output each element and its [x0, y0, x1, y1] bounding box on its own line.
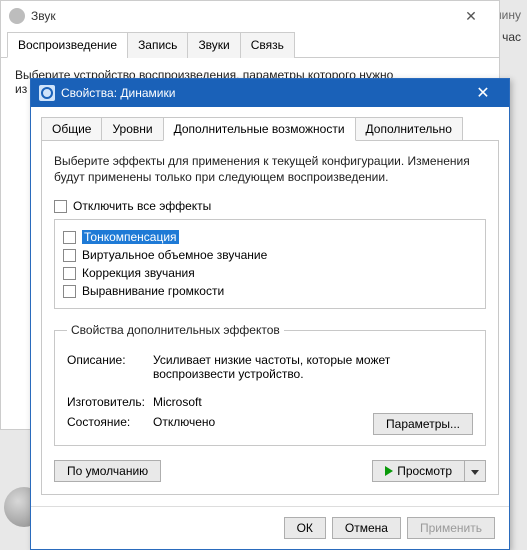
- list-item[interactable]: Выравнивание громкости: [63, 282, 477, 300]
- sound-tabs: Воспроизведение Запись Звуки Связь: [1, 31, 499, 58]
- disable-all-checkbox[interactable]: [54, 200, 67, 213]
- effect-checkbox[interactable]: [63, 285, 76, 298]
- list-item[interactable]: Тонкомпенсация: [63, 228, 477, 246]
- tab-enhancements[interactable]: Дополнительные возможности: [163, 117, 356, 141]
- close-icon[interactable]: ✕: [465, 83, 501, 103]
- list-item[interactable]: Виртуальное объемное звучание: [63, 246, 477, 264]
- tab-communication[interactable]: Связь: [240, 32, 295, 58]
- tab-content: Выберите эффекты для применения к текуще…: [41, 140, 499, 495]
- cancel-button[interactable]: Отмена: [332, 517, 401, 539]
- restore-defaults-button[interactable]: По умолчанию: [54, 460, 161, 482]
- effects-list: Тонкомпенсация Виртуальное объемное звуч…: [54, 219, 486, 309]
- settings-button[interactable]: Параметры...: [373, 413, 473, 435]
- tab-playback[interactable]: Воспроизведение: [7, 32, 128, 58]
- sound-titlebar: Звук ✕: [1, 1, 499, 31]
- tab-sounds[interactable]: Звуки: [187, 32, 240, 58]
- effect-checkbox[interactable]: [63, 267, 76, 280]
- preview-button[interactable]: Просмотр: [372, 460, 464, 482]
- effect-label: Коррекция звучания: [82, 266, 195, 280]
- group-title: Свойства дополнительных эффектов: [67, 323, 284, 337]
- disable-all-row: Отключить все эффекты: [54, 199, 486, 213]
- sound-icon: [9, 8, 25, 24]
- description-value: Усиливает низкие частоты, которые может …: [153, 353, 453, 381]
- effect-label: Выравнивание громкости: [82, 284, 224, 298]
- state-label: Состояние:: [67, 415, 153, 429]
- manufacturer-label: Изготовитель:: [67, 395, 153, 409]
- tab-advanced[interactable]: Дополнительно: [355, 117, 463, 141]
- manufacturer-value: Microsoft: [153, 395, 202, 409]
- effect-checkbox[interactable]: [63, 249, 76, 262]
- tab-general[interactable]: Общие: [41, 117, 102, 141]
- state-value: Отключено: [153, 415, 215, 429]
- list-item[interactable]: Коррекция звучания: [63, 264, 477, 282]
- dialog-buttons: ОК Отмена Применить: [31, 506, 509, 549]
- properties-dialog: Свойства: Динамики ✕ Общие Уровни Дополн…: [30, 78, 510, 550]
- effect-label: Виртуальное объемное звучание: [82, 248, 267, 262]
- tab-levels[interactable]: Уровни: [101, 117, 163, 141]
- ok-button[interactable]: ОК: [284, 517, 326, 539]
- preview-label: Просмотр: [397, 464, 452, 478]
- chevron-down-icon: [471, 470, 479, 475]
- disable-all-label: Отключить все эффекты: [73, 199, 211, 213]
- speaker-icon: [39, 85, 55, 101]
- apply-button: Применить: [407, 517, 495, 539]
- properties-titlebar: Свойства: Динамики ✕: [31, 79, 509, 107]
- properties-tabs: Общие Уровни Дополнительные возможности …: [31, 107, 509, 141]
- properties-title: Свойства: Динамики: [61, 86, 465, 100]
- effect-properties-group: Свойства дополнительных эффектов Описани…: [54, 323, 486, 446]
- description-label: Описание:: [67, 353, 153, 367]
- effect-label: Тонкомпенсация: [82, 230, 179, 244]
- tab-recording[interactable]: Запись: [127, 32, 188, 58]
- effect-checkbox[interactable]: [63, 231, 76, 244]
- sound-title: Звук: [31, 9, 451, 23]
- sound-close-icon[interactable]: ✕: [451, 8, 491, 25]
- play-icon: [385, 466, 393, 476]
- preview-dropdown-button[interactable]: [464, 460, 486, 482]
- instructions-text: Выберите эффекты для применения к текуще…: [54, 153, 486, 185]
